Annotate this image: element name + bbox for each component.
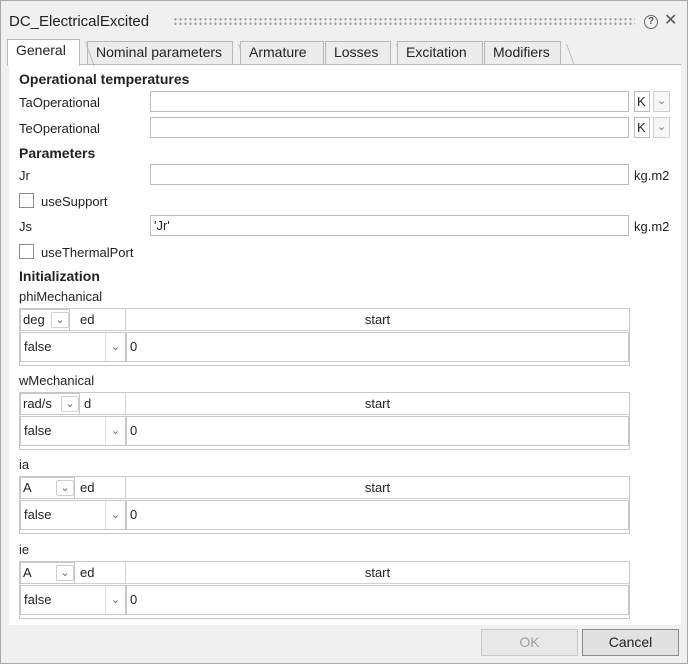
tab-general[interactable]: General (7, 39, 80, 66)
title-bar[interactable]: DC_ElectricalExcited ? ✕ (1, 1, 687, 39)
unit-value: deg (23, 312, 45, 327)
fixed-value: false (24, 339, 52, 354)
tab-modifiers[interactable]: Modifiers (484, 41, 561, 65)
ie-start-input[interactable]: 0 (126, 585, 629, 615)
ia-label: ia (19, 457, 30, 472)
chevron-down-icon[interactable]: ⌄ (653, 91, 670, 112)
chevron-down-icon[interactable]: ⌄ (105, 586, 125, 614)
modifier-dialog: DC_ElectricalExcited ? ✕ General Nominal… (0, 0, 688, 664)
chevron-down-icon[interactable]: ⌄ (105, 417, 125, 445)
phi-mechanical-label: phiMechanical (19, 289, 103, 304)
unit-value: A (23, 565, 32, 580)
tab-armature[interactable]: Armature (240, 41, 324, 65)
ia-grid: ed start A ⌄ false ⌄ 0 (19, 476, 630, 534)
ia-unit-select[interactable]: A ⌄ (20, 477, 75, 499)
close-icon[interactable]: ✕ (664, 13, 677, 29)
chevron-down-icon[interactable]: ⌄ (51, 312, 69, 328)
ie-fixed-select[interactable]: false ⌄ (20, 585, 126, 615)
ok-button[interactable]: OK (481, 629, 578, 656)
w-mechanical-fixed-select[interactable]: false ⌄ (20, 416, 126, 446)
te-operational-input[interactable] (150, 117, 629, 138)
w-mechanical-grid: d start rad/s ⌄ false ⌄ 0 (19, 392, 630, 450)
jr-unit: kg.m2 (634, 168, 670, 183)
help-icon[interactable]: ? (644, 15, 658, 29)
tab-nominal-parameters[interactable]: Nominal parameters (87, 41, 233, 65)
js-label: Js (19, 219, 32, 234)
phi-mechanical-start-input[interactable]: 0 (126, 332, 629, 362)
section-initialization: Initialization (19, 268, 100, 284)
unit-value: rad/s (23, 396, 52, 411)
use-thermal-port-checkbox[interactable] (19, 244, 34, 259)
chevron-down-icon[interactable]: ⌄ (105, 333, 125, 361)
tab-losses[interactable]: Losses (325, 41, 391, 65)
jr-input[interactable] (150, 164, 629, 185)
unit-value: A (23, 480, 32, 495)
fixed-value: false (24, 423, 52, 438)
phi-mechanical-unit-select[interactable]: deg ⌄ (20, 309, 70, 331)
phi-mechanical-grid: ed start deg ⌄ false ⌄ 0 (19, 308, 630, 366)
fixed-value: false (24, 592, 52, 607)
ie-grid: ed start A ⌄ false ⌄ 0 (19, 561, 630, 619)
ie-unit-select[interactable]: A ⌄ (20, 562, 75, 584)
w-mechanical-start-input[interactable]: 0 (126, 416, 629, 446)
section-operational-temperatures: Operational temperatures (19, 71, 190, 87)
fixed-value: false (24, 507, 52, 522)
start-column-header: start (126, 309, 629, 331)
tab-excitation[interactable]: Excitation (397, 41, 483, 65)
phi-mechanical-fixed-select[interactable]: false ⌄ (20, 332, 126, 362)
chevron-down-icon[interactable]: ⌄ (105, 501, 125, 529)
section-parameters: Parameters (19, 145, 96, 161)
te-unit-select[interactable]: K (634, 117, 650, 138)
chevron-down-icon[interactable]: ⌄ (653, 117, 670, 138)
use-support-checkbox[interactable] (19, 193, 34, 208)
ie-label: ie (19, 542, 30, 557)
general-tab-content: Operational temperatures TaOperational K… (9, 65, 681, 625)
cancel-button[interactable]: Cancel (582, 629, 679, 656)
ia-start-input[interactable]: 0 (126, 500, 629, 530)
ta-unit-select[interactable]: K (634, 91, 650, 112)
drag-grip[interactable] (173, 17, 635, 26)
jr-label: Jr (19, 168, 30, 183)
start-column-header: start (126, 393, 629, 415)
tab-bar: General Nominal parameters Armature Loss… (7, 39, 683, 66)
ta-operational-label: TaOperational (19, 95, 100, 110)
ia-fixed-select[interactable]: false ⌄ (20, 500, 126, 530)
w-mechanical-unit-select[interactable]: rad/s ⌄ (20, 393, 80, 415)
js-unit: kg.m2 (634, 219, 670, 234)
start-column-header: start (126, 562, 629, 584)
te-operational-label: TeOperational (19, 121, 100, 136)
js-input[interactable]: 'Jr' (150, 215, 629, 236)
window-title: DC_ElectricalExcited (9, 13, 150, 30)
use-thermal-port-label: useThermalPort (41, 245, 134, 260)
w-mechanical-label: wMechanical (19, 373, 95, 388)
use-support-label: useSupport (41, 194, 108, 209)
chevron-down-icon[interactable]: ⌄ (56, 565, 74, 581)
start-column-header: start (126, 477, 629, 499)
chevron-down-icon[interactable]: ⌄ (56, 480, 74, 496)
chevron-down-icon[interactable]: ⌄ (61, 396, 79, 412)
ta-operational-input[interactable] (150, 91, 629, 112)
